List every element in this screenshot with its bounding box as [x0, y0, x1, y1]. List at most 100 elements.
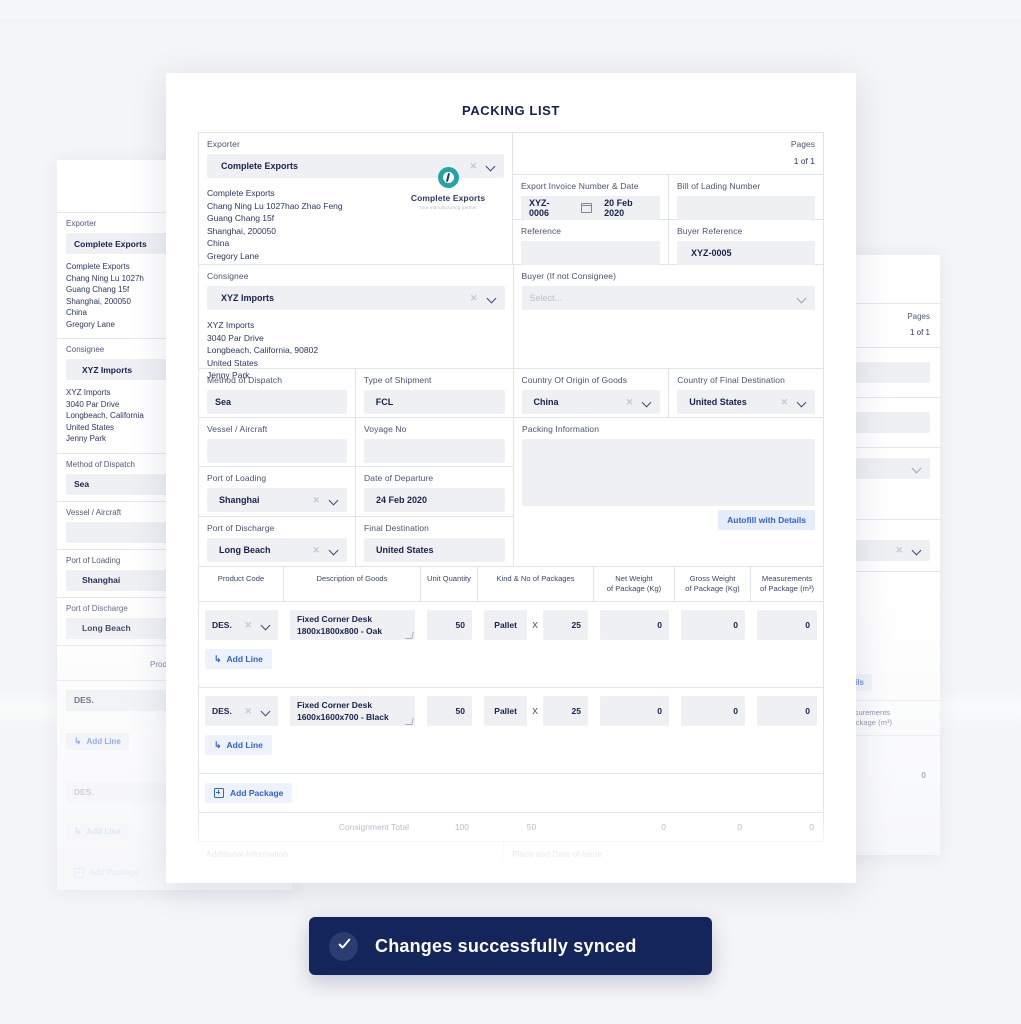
page-top-band	[0, 0, 1021, 18]
package-block-1: DES. ✕ Fixed Corner Desk 1800x1800x800 -…	[199, 602, 823, 688]
packing-information-cell: Packing Information Autofill with Detail…	[514, 418, 824, 567]
chevron-down-icon[interactable]	[262, 621, 271, 630]
no-of-packages-input-1[interactable]: 25	[542, 610, 588, 640]
port-of-discharge-select[interactable]: Long Beach ✕	[207, 538, 347, 562]
clear-icon[interactable]: ✕	[626, 397, 634, 407]
resize-handle-icon[interactable]	[405, 632, 414, 639]
col-description: Description of Goods	[284, 567, 421, 601]
final-destination-input[interactable]: United States	[364, 538, 505, 562]
product-code-select-1[interactable]: DES. ✕	[205, 610, 278, 640]
gross-weight-input-1[interactable]: 0	[681, 610, 745, 640]
bill-of-lading-label: Bill of Lading Number	[677, 181, 761, 191]
chevron-down-icon[interactable]	[798, 398, 807, 407]
net-weight-input-2[interactable]: 0	[600, 696, 669, 726]
vessel-cell: Vessel / Aircraft	[199, 418, 356, 467]
multiplier-label-1: X	[532, 620, 538, 630]
ghost-add-line-label-2: Add Line	[86, 826, 121, 836]
chevron-down-icon[interactable]	[330, 546, 339, 555]
clear-icon[interactable]: ✕	[470, 293, 478, 303]
voyage-input[interactable]	[364, 439, 505, 463]
country-of-destination-select[interactable]: United States ✕	[677, 390, 815, 414]
type-of-shipment-cell: Type of Shipment FCL	[355, 369, 514, 418]
description-line-2b: 1600x1600x700 - Black	[297, 711, 389, 722]
date-of-departure-input[interactable]: 24 Feb 2020	[364, 488, 505, 512]
clear-icon[interactable]: ✕	[312, 495, 320, 505]
buyer-select[interactable]: Select...	[521, 286, 815, 310]
col-kind-packages: Kind & No of Packages	[478, 567, 594, 601]
description-input-1[interactable]: Fixed Corner Desk 1800x1800x800 - Oak	[290, 610, 415, 640]
packing-information-textarea[interactable]	[522, 439, 815, 506]
ghost-exporter-value: Complete Exports	[74, 238, 147, 249]
type-of-shipment-input[interactable]: FCL	[363, 390, 505, 414]
reference-input[interactable]	[521, 241, 660, 265]
sync-toast: Changes successfully synced	[309, 917, 712, 975]
chevron-down-icon[interactable]	[798, 294, 807, 303]
voyage-label: Voyage No	[364, 424, 407, 434]
country-of-destination-value: United States	[689, 397, 747, 407]
clear-icon[interactable]: ✕	[244, 706, 252, 716]
table-row: DES. ✕ Fixed Corner Desk 1600x1600x700 -…	[199, 688, 823, 726]
port-of-loading-label: Port of Loading	[207, 473, 267, 483]
ghost-add-line-label-1: Add Line	[86, 736, 121, 746]
port-of-discharge-label: Port of Discharge	[207, 523, 275, 533]
vessel-input[interactable]	[207, 439, 347, 463]
pages-value: 1 of 1	[793, 156, 815, 166]
clear-icon[interactable]: ✕	[244, 620, 252, 630]
buyer-reference-cell: Buyer Reference XYZ-0005	[669, 220, 824, 265]
bill-of-lading-input[interactable]	[677, 196, 815, 220]
calendar-icon[interactable]	[581, 203, 593, 213]
buyer-placeholder: Select...	[529, 293, 563, 303]
check-circle-icon	[329, 931, 358, 961]
ghost-add-package-button: Add Package	[66, 863, 148, 882]
chevron-down-icon[interactable]	[330, 496, 339, 505]
consignee-label: Consignee	[207, 271, 249, 281]
description-line-2a: Fixed Corner Desk	[297, 700, 373, 710]
consignee-select[interactable]: XYZ Imports ✕	[207, 286, 505, 310]
plus-square-icon	[214, 788, 224, 798]
col-gross-weight: Gross Weight of Package (Kg)	[675, 567, 751, 601]
measurements-input-2[interactable]: 0	[757, 696, 817, 726]
unit-quantity-input-2[interactable]: 50	[427, 696, 472, 726]
chevron-down-icon[interactable]	[488, 294, 497, 303]
clear-icon[interactable]: ✕	[780, 397, 788, 407]
chevron-down-icon[interactable]	[643, 398, 652, 407]
unit-quantity-input-1[interactable]: 50	[427, 610, 472, 640]
kind-input-1[interactable]: Pallet	[484, 610, 528, 640]
form-grid: Exporter Complete Exports ✕ Complete Exp…	[198, 132, 824, 567]
description-input-2[interactable]: Fixed Corner Desk 1600x1600x700 - Black	[290, 696, 415, 726]
resize-handle-icon[interactable]	[405, 718, 414, 725]
ghost-add-line-button-2: ↳ Add Line	[66, 822, 129, 840]
add-package-button[interactable]: Add Package	[205, 783, 293, 803]
country-of-destination-label: Country of Final Destination	[677, 375, 785, 385]
add-package-label: Add Package	[230, 788, 284, 798]
exporter-section: Exporter Complete Exports ✕ Complete Exp…	[199, 133, 513, 265]
ghost-product-code-value-2: DES.	[74, 787, 94, 797]
goods-table-header: Product Code Description of Goods Unit Q…	[199, 567, 823, 602]
final-destination-label: Final Destination	[364, 523, 430, 533]
buyer-reference-label: Buyer Reference	[677, 226, 743, 236]
autofill-with-details-button[interactable]: Autofill with Details	[718, 510, 815, 530]
chevron-down-icon[interactable]	[262, 707, 271, 716]
add-line-button-1[interactable]: ↳ Add Line	[205, 649, 272, 669]
net-weight-input-1[interactable]: 0	[600, 610, 669, 640]
add-line-button-2[interactable]: ↳ Add Line	[205, 735, 272, 755]
port-of-loading-select[interactable]: Shanghai ✕	[207, 488, 347, 512]
packing-list-document: PACKING LIST Exporter Complete Exports ✕…	[166, 73, 856, 883]
country-of-origin-select[interactable]: China ✕	[521, 390, 661, 414]
export-invoice-input-group[interactable]: XYZ-0006 20 Feb 2020	[521, 196, 660, 220]
kind-input-2[interactable]: Pallet	[484, 696, 528, 726]
measurements-input-1[interactable]: 0	[757, 610, 817, 640]
no-of-packages-input-2[interactable]: 25	[542, 696, 588, 726]
clear-icon[interactable]: ✕	[312, 545, 320, 555]
method-of-dispatch-input[interactable]: Sea	[207, 390, 347, 414]
reference-label: Reference	[521, 226, 562, 236]
final-destination-value: United States	[376, 545, 434, 555]
consignee-value: XYZ Imports	[221, 293, 275, 303]
buyer-reference-input[interactable]: XYZ-0005	[677, 241, 815, 265]
arrow-return-icon: ↳	[214, 653, 222, 664]
product-code-value-1: DES.	[212, 620, 232, 630]
ghost-discharge-value: Long Beach	[82, 623, 131, 633]
product-code-select-2[interactable]: DES. ✕	[205, 696, 278, 726]
pages-label: Pages	[790, 139, 815, 149]
gross-weight-input-2[interactable]: 0	[681, 696, 745, 726]
